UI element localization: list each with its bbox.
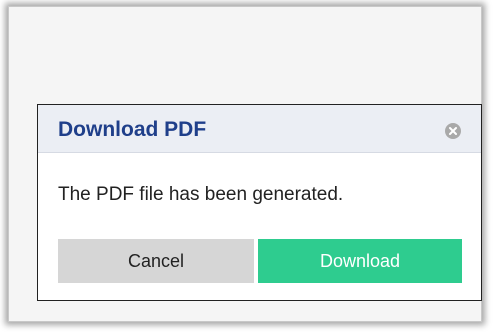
close-icon[interactable] <box>445 123 461 139</box>
dialog-message: The PDF file has been generated. <box>58 184 344 205</box>
download-pdf-dialog: Download PDF The PDF file has been gener… <box>37 104 482 301</box>
window-frame: Download PDF The PDF file has been gener… <box>8 6 482 322</box>
dialog-title: Download PDF <box>58 118 207 141</box>
dialog-header: Download PDF <box>38 105 481 153</box>
download-button[interactable]: Download <box>258 239 462 283</box>
cancel-button[interactable]: Cancel <box>58 239 254 283</box>
